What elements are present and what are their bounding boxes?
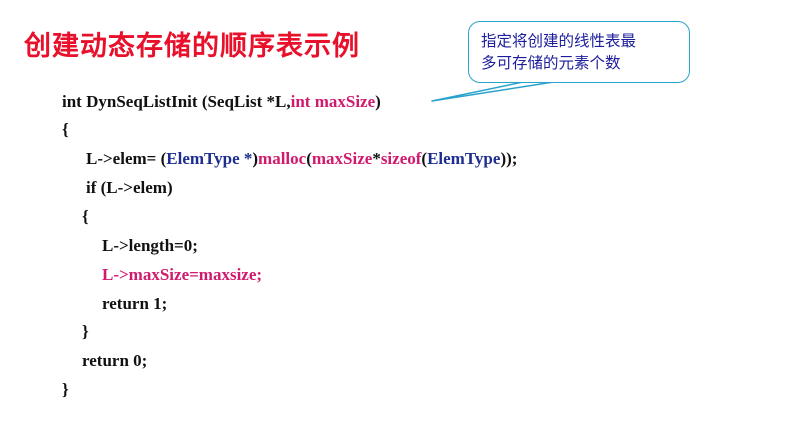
code-line-close-brace: }	[62, 380, 69, 399]
code-token-type: ElemType	[427, 149, 501, 168]
code-line-if: if (L->elem)	[86, 178, 173, 197]
code-line-return-0: return 0;	[82, 351, 148, 370]
code-token-var: maxSize	[311, 149, 373, 168]
code-token-param: int maxSize	[290, 92, 376, 111]
code-token-func: malloc	[258, 149, 307, 168]
code-line-length: L->length=0;	[102, 236, 198, 255]
code-line-if-open-brace: {	[82, 207, 89, 226]
code-token: ));	[500, 149, 518, 168]
code-token: L->elem= (	[86, 149, 167, 168]
code-line-if-close-brace: }	[82, 322, 89, 341]
code-block: int DynSeqListInit (SeqList *L,int maxSi…	[0, 0, 787, 427]
code-token: int DynSeqListInit (SeqList *L,	[62, 92, 291, 111]
code-line-maxsize: L->maxSize=maxsize;	[102, 265, 263, 284]
code-line-open-brace: {	[62, 120, 69, 139]
code-token-func: sizeof	[380, 149, 422, 168]
code-line-malloc: L->elem= (ElemType *)malloc(maxSize*size…	[86, 148, 517, 170]
code-token-type: ElemType *	[166, 149, 253, 168]
code-token: )	[375, 92, 381, 111]
code-token: *	[372, 149, 381, 168]
code-line-return-1: return 1;	[102, 294, 168, 313]
code-line-signature: int DynSeqListInit (SeqList *L,int maxSi…	[62, 91, 381, 113]
